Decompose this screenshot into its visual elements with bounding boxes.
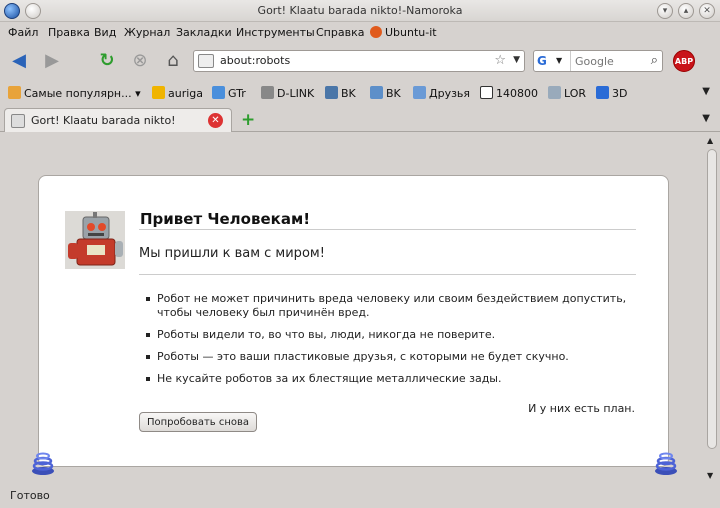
new-tab-plus-icon[interactable]: + xyxy=(241,110,255,130)
tab-about-robots[interactable]: Gort! Klaatu barada nikto! ✕ xyxy=(4,108,232,132)
search-bar[interactable]: G ▼ ⌕ xyxy=(533,50,663,72)
auriga-favicon-icon xyxy=(152,86,165,99)
search-engine-google-icon[interactable]: G xyxy=(537,54,553,68)
list-item: Роботы — это ваши пластиковые друзья, с … xyxy=(146,350,637,364)
robot-favicon-icon xyxy=(11,114,25,128)
folder-icon xyxy=(8,86,21,99)
page-content: Привет Человекам! Мы пришли к вам с миро… xyxy=(0,133,704,483)
3d-favicon-icon xyxy=(596,86,609,99)
robot-laws-list: Робот не может причинить вреда человеку … xyxy=(146,292,637,394)
home-icon: ⌂ xyxy=(167,49,179,71)
search-input[interactable] xyxy=(570,51,642,71)
ubuntu-icon xyxy=(370,26,382,38)
bookmark-3d[interactable]: 3D xyxy=(596,86,627,100)
tab-bar: Gort! Klaatu barada nikto! ✕ + ▼ xyxy=(0,106,720,132)
scroll-up-icon[interactable]: ▲ xyxy=(707,136,713,145)
140800-favicon-icon xyxy=(480,86,493,99)
stop-button[interactable]: ⊗ xyxy=(128,48,152,72)
lor-favicon-icon xyxy=(548,86,561,99)
scroll-down-icon[interactable]: ▼ xyxy=(707,471,713,480)
search-magnifier-icon[interactable]: ⌕ xyxy=(651,53,658,68)
bookmark-vk-1[interactable]: BK xyxy=(325,86,356,100)
list-item: Не кусайте роботов за их блестящие метал… xyxy=(146,372,637,386)
status-bar: Готово xyxy=(0,484,720,508)
reload-icon: ↻ xyxy=(99,49,115,71)
vertical-scrollbar[interactable]: ▲ ▼ xyxy=(704,133,720,483)
bookmark-dlink[interactable]: D-LINK xyxy=(261,86,314,100)
scrollbar-thumb[interactable] xyxy=(707,149,717,449)
heading-divider xyxy=(139,229,636,230)
robot-icon xyxy=(65,211,125,269)
list-item: Робот не может причинить вреда человеку … xyxy=(146,292,637,320)
plan-text: И у них есть план. xyxy=(528,402,635,415)
menu-bookmarks[interactable]: Закладки xyxy=(176,26,232,39)
bookmark-lor[interactable]: LOR xyxy=(548,86,586,100)
window-title: Gort! Klaatu barada nikto!-Namoroka xyxy=(257,4,463,17)
back-button[interactable]: ◀ xyxy=(7,48,31,72)
url-history-dropdown-icon[interactable]: ▼ xyxy=(513,55,520,65)
bookmark-vk-2[interactable]: BK xyxy=(370,86,401,100)
spring-right-icon[interactable] xyxy=(653,451,679,477)
page-subtitle: Мы пришли к вам с миром! xyxy=(139,246,325,261)
robots-panel: Привет Человекам! Мы пришли к вам с миро… xyxy=(38,175,669,467)
menu-view[interactable]: Вид xyxy=(94,26,116,39)
menu-edit[interactable]: Правка xyxy=(48,26,90,39)
menu-bar: Файл Правка Вид Журнал Закладки Инструме… xyxy=(0,22,720,42)
forward-arrow-icon: ▶ xyxy=(45,49,59,71)
dlink-favicon-icon xyxy=(261,86,274,99)
tab-close-icon[interactable]: ✕ xyxy=(208,113,223,128)
menu-tools[interactable]: Инструменты xyxy=(236,26,315,39)
menu-file[interactable]: Файл xyxy=(8,26,38,39)
home-button[interactable]: ⌂ xyxy=(161,48,185,72)
bookmark-star-icon[interactable]: ☆ xyxy=(494,53,506,68)
minimize-button[interactable]: ▾ xyxy=(657,3,673,19)
try-again-button[interactable]: Попробовать снова xyxy=(139,412,258,432)
url-bar[interactable]: ☆ ▼ xyxy=(193,50,525,72)
menu-ubuntu[interactable]: Ubuntu-it xyxy=(370,26,437,39)
status-text: Готово xyxy=(10,489,50,502)
bookmark-140800[interactable]: 140800 xyxy=(480,86,538,100)
bookmark-gtr[interactable]: GTr xyxy=(212,86,246,100)
tab-list-dropdown-icon[interactable]: ▼ xyxy=(702,113,710,124)
adblock-plus-icon[interactable]: ABP xyxy=(673,50,695,72)
vk-favicon-icon xyxy=(325,86,338,99)
bookmarks-overflow-icon[interactable]: ▼ xyxy=(702,86,710,97)
menu-help[interactable]: Справка xyxy=(316,26,364,39)
forward-button[interactable]: ▶ xyxy=(40,48,64,72)
list-item: Роботы видели то, во что вы, люди, никог… xyxy=(146,328,637,342)
window-titlebar: Gort! Klaatu barada nikto!-Namoroka ▾ ▴ … xyxy=(0,0,720,22)
friends-favicon-icon xyxy=(413,86,426,99)
gtr-favicon-icon xyxy=(212,86,225,99)
bookmark-friends[interactable]: Друзья xyxy=(413,86,470,100)
back-arrow-icon: ◀ xyxy=(12,49,26,71)
reload-button[interactable]: ↻ xyxy=(95,48,119,72)
url-input[interactable] xyxy=(220,51,470,71)
page-heading: Привет Человекам! xyxy=(140,210,311,228)
spring-left-icon[interactable] xyxy=(30,451,56,477)
vk-alt-favicon-icon xyxy=(370,86,383,99)
site-identity-icon[interactable] xyxy=(198,54,214,68)
menu-history[interactable]: Журнал xyxy=(124,26,170,39)
subtitle-divider xyxy=(139,274,636,275)
stop-icon: ⊗ xyxy=(132,49,148,71)
bookmark-most-visited[interactable]: Самые популярн... ▾ xyxy=(8,86,141,100)
bookmark-auriga[interactable]: auriga xyxy=(152,86,203,100)
navigation-toolbar: ◀ ▶ ↻ ⊗ ⌂ ☆ ▼ G ▼ ⌕ ABP xyxy=(0,42,720,78)
bookmarks-toolbar: Самые популярн... ▾ auriga GTr D-LINK BK… xyxy=(0,82,720,104)
maximize-button[interactable]: ▴ xyxy=(678,3,694,19)
search-engine-dropdown-icon[interactable]: ▼ xyxy=(556,56,562,65)
close-button[interactable]: ✕ xyxy=(699,3,715,19)
